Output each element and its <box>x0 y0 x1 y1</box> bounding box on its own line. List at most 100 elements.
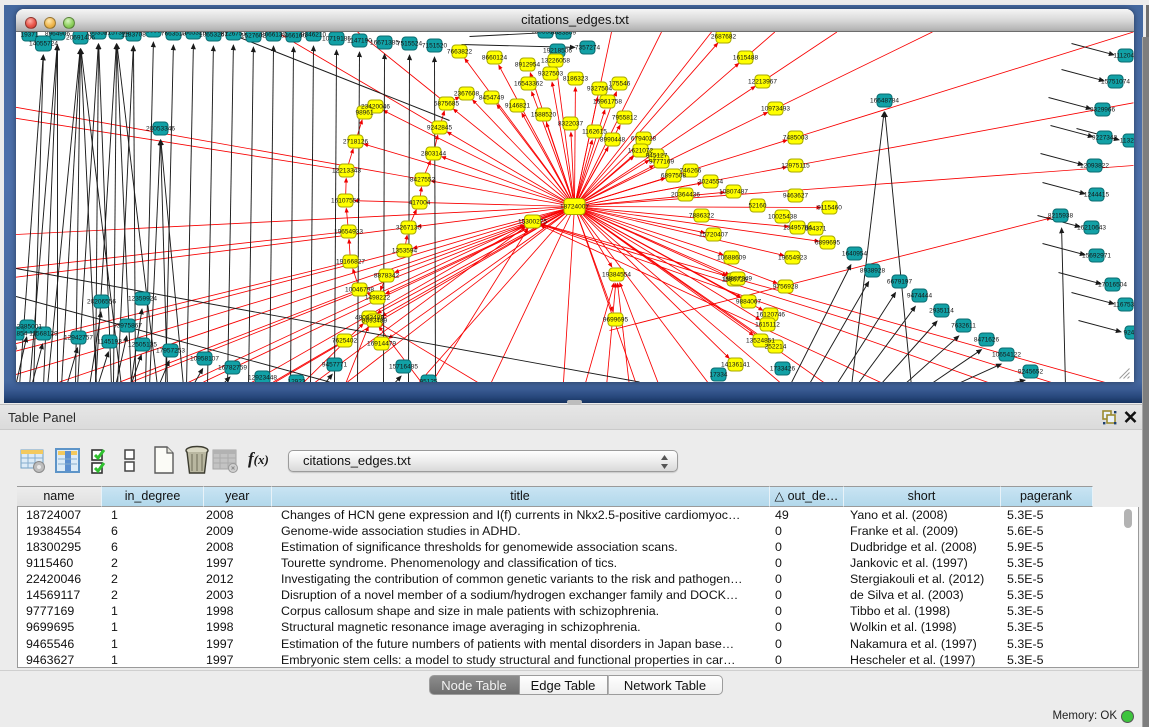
svg-text:15720407: 15720407 <box>699 232 728 239</box>
svg-text:12213967: 12213967 <box>748 79 777 86</box>
svg-text:1112045: 1112045 <box>1113 53 1133 60</box>
svg-text:16961758: 16961758 <box>593 99 622 106</box>
svg-text:8660124: 8660124 <box>482 55 508 62</box>
svg-text:9329966: 9329966 <box>1090 107 1116 114</box>
svg-text:12385001: 12385001 <box>16 324 42 331</box>
svg-text:10688609: 10688609 <box>717 255 746 262</box>
svg-text:12942757: 12942757 <box>64 335 93 342</box>
svg-text:8471626: 8471626 <box>974 337 1000 344</box>
svg-text:19654933: 19654933 <box>334 229 363 236</box>
svg-text:9777169: 9777169 <box>649 159 675 166</box>
svg-text:9884067: 9884067 <box>736 299 762 306</box>
svg-text:10654122: 10654122 <box>992 352 1021 359</box>
svg-text:10958107: 10958107 <box>190 356 219 363</box>
svg-text:2935114: 2935114 <box>929 308 954 315</box>
svg-text:1353594: 1353594 <box>392 248 418 255</box>
svg-text:7151520: 7151520 <box>422 43 448 50</box>
svg-text:3024554: 3024554 <box>698 179 724 186</box>
svg-text:18807249: 18807249 <box>723 276 752 283</box>
svg-text:2687682: 2687682 <box>711 34 737 41</box>
svg-text:9699695: 9699695 <box>603 317 629 324</box>
svg-text:6899695: 6899695 <box>815 240 841 247</box>
svg-text:1615488: 1615488 <box>733 55 759 62</box>
svg-text:15692971: 15692971 <box>1082 253 1111 260</box>
svg-text:15300275: 15300275 <box>518 219 547 226</box>
svg-text:10807487: 10807487 <box>719 189 748 196</box>
svg-text:1615112: 1615112 <box>755 322 780 329</box>
svg-text:6794028: 6794028 <box>631 136 657 143</box>
svg-text:16120746: 16120746 <box>756 312 785 319</box>
svg-text:12359924: 12359924 <box>128 296 157 303</box>
svg-text:9457771: 9457771 <box>322 362 348 369</box>
svg-text:3267130: 3267130 <box>396 225 422 232</box>
svg-text:14136141: 14136141 <box>721 362 750 369</box>
svg-text:17957253: 17957253 <box>156 348 185 355</box>
svg-text:7663822: 7663822 <box>447 49 473 56</box>
svg-text:8912954: 8912954 <box>515 62 541 69</box>
svg-text:8990448: 8990448 <box>600 137 626 144</box>
svg-text:12975115: 12975115 <box>781 163 810 170</box>
svg-text:1147190: 1147190 <box>347 38 372 45</box>
svg-text:12093822: 12093822 <box>1080 163 1109 170</box>
svg-text:8938928: 8938928 <box>860 268 886 275</box>
svg-text:15751074: 15751074 <box>1101 79 1130 86</box>
svg-text:93975867: 93975867 <box>113 323 142 330</box>
svg-text:7886322: 7886322 <box>689 213 715 220</box>
svg-text:113254: 113254 <box>1120 138 1134 145</box>
svg-text:7357274: 7357274 <box>575 45 601 52</box>
svg-text:6679197: 6679197 <box>887 279 913 286</box>
svg-text:98961: 98961 <box>355 110 373 117</box>
svg-text:12923: 12923 <box>287 379 305 382</box>
svg-text:8322037: 8322037 <box>558 121 584 128</box>
svg-text:9756928: 9756928 <box>773 284 799 291</box>
svg-text:9245652: 9245652 <box>1018 369 1044 376</box>
svg-text:2803144: 2803144 <box>421 151 447 158</box>
svg-text:8186323: 8186323 <box>563 76 589 83</box>
svg-text:52160: 52160 <box>748 203 766 210</box>
svg-text:9474444: 9474444 <box>907 293 933 300</box>
svg-text:12923448: 12923448 <box>248 375 277 382</box>
svg-text:417004: 417004 <box>409 200 431 207</box>
svg-text:8878342: 8878342 <box>374 273 400 280</box>
svg-text:16914479: 16914479 <box>367 341 396 348</box>
svg-text:7485003: 7485003 <box>783 135 809 142</box>
svg-text:1162615: 1162615 <box>582 129 607 136</box>
svg-text:1640954: 1640954 <box>842 251 868 258</box>
svg-text:16648784: 16648784 <box>870 98 899 105</box>
svg-text:5875685: 5875685 <box>434 101 460 108</box>
svg-text:9115460: 9115460 <box>817 205 842 212</box>
svg-text:1498222: 1498222 <box>365 295 391 302</box>
svg-text:8215938: 8215938 <box>1048 213 1074 220</box>
svg-text:12213343: 12213343 <box>332 168 361 175</box>
svg-text:19166827: 19166827 <box>336 259 365 266</box>
svg-text:16107552: 16107552 <box>331 198 360 205</box>
svg-text:1167531: 1167531 <box>1113 302 1133 309</box>
svg-text:7632611: 7632611 <box>951 323 976 330</box>
svg-text:9227342: 9227342 <box>1092 135 1118 142</box>
svg-text:20053346: 20053346 <box>146 126 175 133</box>
svg-text:17334: 17334 <box>709 372 727 379</box>
svg-text:17016504: 17016504 <box>1098 282 1127 289</box>
svg-text:9242845: 9242845 <box>427 125 453 132</box>
svg-text:7515524: 7515524 <box>397 41 423 48</box>
svg-text:19654923: 19654923 <box>778 255 807 262</box>
svg-text:604371: 604371 <box>805 226 827 233</box>
svg-text:92450: 92450 <box>1123 330 1133 337</box>
svg-text:1588520: 1588520 <box>531 112 557 119</box>
svg-text:175546: 175546 <box>609 81 631 88</box>
svg-text:15716485: 15716485 <box>389 364 418 371</box>
svg-text:2367608: 2367608 <box>454 91 480 98</box>
svg-text:6033809: 6033809 <box>551 32 577 37</box>
svg-text:8454749: 8454749 <box>479 95 505 102</box>
svg-text:16782759: 16782759 <box>218 365 247 372</box>
svg-text:9463627: 9463627 <box>783 193 809 200</box>
svg-text:16671385: 16671385 <box>370 40 399 47</box>
svg-text:19384554: 19384554 <box>602 272 631 279</box>
svg-text:7625402: 7625402 <box>332 338 358 345</box>
svg-text:12505135: 12505135 <box>128 342 157 349</box>
svg-text:20206556: 20206556 <box>87 299 116 306</box>
svg-text:10025438: 10025438 <box>768 214 797 221</box>
svg-text:11568129: 11568129 <box>29 331 58 338</box>
svg-text:1244415: 1244415 <box>1084 192 1110 199</box>
svg-text:746266: 746266 <box>680 168 702 175</box>
